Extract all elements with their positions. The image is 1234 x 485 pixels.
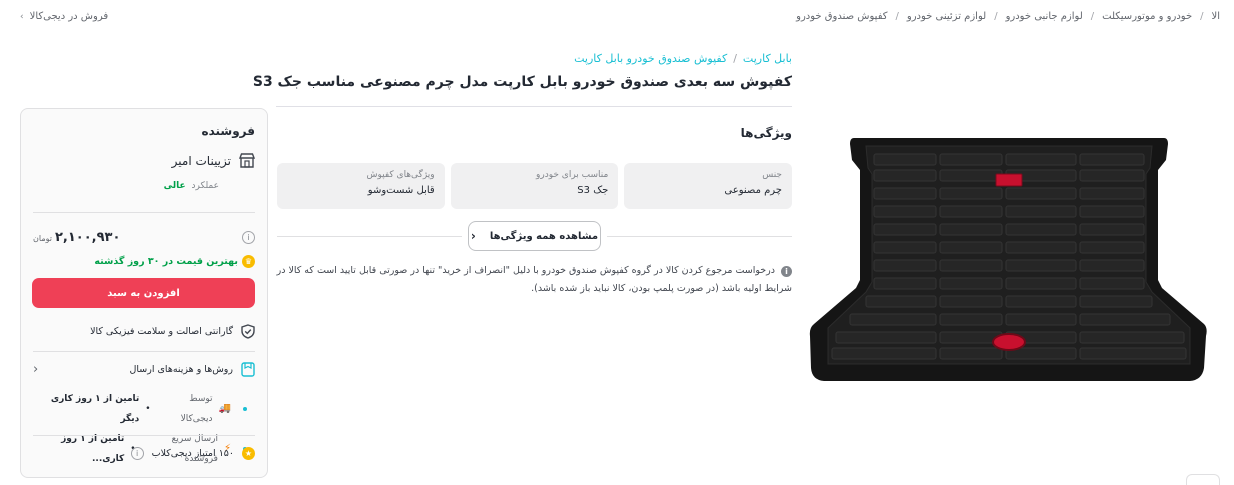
trunk-mat-image (809, 138, 1207, 381)
attribute-card: ویژگی‌های کفپوش قابل شست‌وشو (276, 163, 445, 209)
attribute-key: جنس (762, 170, 782, 180)
breadcrumb-item[interactable]: کفپوش صندوق خودرو (796, 11, 887, 22)
attribute-card: مناسب برای خودرو جک S3 (450, 163, 619, 209)
attribute-value: جک S3 (577, 185, 609, 196)
breadcrumb-separator: / (994, 11, 998, 22)
bullet-dot (243, 407, 247, 411)
info-icon: i (781, 266, 792, 277)
separator-dot: • (145, 404, 151, 414)
attribute-value: قابل شست‌وشو (367, 185, 435, 196)
crown-icon: ♛ (242, 255, 255, 268)
divider (33, 435, 255, 436)
shop-name: تزیینات امیر (171, 153, 231, 168)
seller-heading: فروشنده (201, 124, 256, 138)
add-to-cart-button[interactable]: افزودن به سبد (32, 278, 255, 308)
return-note-text: درخواست مرجوع کردن کالا در گروه کفپوش صن… (276, 265, 792, 294)
attributes-grid: جنس چرم مصنوعی مناسب برای خودرو جک S3 وی… (276, 163, 792, 209)
see-all-features-button[interactable]: مشاهده همه ویژگی‌ها › (468, 221, 601, 251)
attribute-key: مناسب برای خودرو (536, 170, 609, 180)
product-image[interactable] (806, 132, 1210, 386)
shipping-box-icon (241, 362, 255, 377)
price-row: i ۲,۱۰۰,۹۳۰ تومان (33, 230, 255, 245)
shield-check-icon (241, 324, 255, 339)
club-points-row: ★ ۱۵۰ امتیاز دیجی‌کلاب i (33, 447, 255, 460)
price-value: ۲,۱۰۰,۹۳۰ (54, 230, 121, 245)
divider (33, 212, 255, 213)
product-title: کفپوش سه بعدی صندوق خودرو بابل کارپت مدل… (252, 74, 792, 90)
best-price-text: بهترین قیمت در ۳۰ روز گذشته (94, 256, 238, 267)
image-thumbnail-tab[interactable] (1186, 474, 1220, 485)
features-heading: ویژگی‌ها (740, 126, 792, 140)
product-breadcrumb: بابل کارپت / کفپوش صندوق خودرو بابل کارپ… (574, 52, 792, 65)
see-all-label: مشاهده همه ویژگی‌ها (489, 230, 599, 242)
see-all-row: مشاهده همه ویژگی‌ها › (277, 221, 792, 251)
shop-icon (239, 153, 255, 168)
breadcrumb: الا / خودرو و موتورسیکلت / لوازم جانبی خ… (796, 11, 1220, 22)
shipping-option-detail: تامین از ۱ روز کاری دیگر (50, 394, 140, 424)
list-item: 🚚 توسط دیجی‌کالا • تامین از ۱ روز کاری د… (33, 389, 247, 429)
breadcrumb-separator: / (733, 52, 737, 65)
truck-icon: 🚚 (218, 403, 231, 414)
seller-performance: عملکرد عالی (33, 181, 219, 191)
chevron-left-icon: ‹ (20, 11, 24, 22)
divider (33, 351, 255, 352)
chevron-left-icon[interactable]: ‹ (33, 362, 38, 377)
performance-value: عالی (163, 181, 186, 191)
attribute-value: چرم مصنوعی (724, 185, 782, 196)
guarantee-text: گارانتی اصالت و سلامت فیزیکی کالا (90, 326, 233, 337)
divider (607, 236, 792, 237)
top-bar: الا / خودرو و موتورسیکلت / لوازم جانبی خ… (0, 0, 1234, 36)
price: ۲,۱۰۰,۹۳۰ تومان (33, 230, 120, 245)
attribute-key: ویژگی‌های کفپوش (366, 170, 435, 180)
seller-box: فروشنده تزیینات امیر عملکرد عالی i ۲,۱۰۰… (20, 108, 268, 478)
breadcrumb-separator: / (895, 11, 899, 22)
brand-link[interactable]: بابل کارپت (743, 52, 792, 65)
category-link[interactable]: کفپوش صندوق خودرو بابل کارپت (574, 52, 727, 65)
info-icon[interactable]: i (130, 447, 144, 460)
star-badge-icon: ★ (242, 447, 255, 460)
shipping-title: روش‌ها و هزینه‌های ارسال (129, 364, 233, 375)
breadcrumb-item[interactable]: الا (1212, 11, 1220, 22)
currency-label: تومان (33, 234, 52, 243)
shipping-option-label: توسط دیجی‌کالا (180, 394, 213, 424)
sell-link-label: فروش در دیجی‌کالا (29, 11, 109, 22)
attribute-card: جنس چرم مصنوعی (624, 163, 792, 209)
chevron-left-icon: › (470, 229, 476, 243)
breadcrumb-separator: / (1200, 11, 1204, 22)
sell-on-digikala-link[interactable]: ‹ فروش در دیجی‌کالا (20, 11, 108, 22)
info-icon[interactable]: i (242, 231, 255, 244)
shop-row[interactable]: تزیینات امیر (33, 153, 255, 168)
shipping-methods-row[interactable]: روش‌ها و هزینه‌های ارسال ‹ (33, 362, 255, 377)
breadcrumb-separator: / (1090, 11, 1095, 22)
guarantee-row: گارانتی اصالت و سلامت فیزیکی کالا (33, 324, 255, 339)
divider (277, 236, 462, 237)
club-points-text: ۱۵۰ امتیاز دیجی‌کلاب (151, 448, 234, 459)
breadcrumb-item[interactable]: لوازم جانبی خودرو (1006, 11, 1083, 22)
return-policy-note: iدرخواست مرجوع کردن کالا در گروه کفپوش ص… (276, 262, 792, 298)
breadcrumb-item[interactable]: لوازم تزئینی خودرو (907, 11, 986, 22)
best-price-badge: ♛ بهترین قیمت در ۳۰ روز گذشته (33, 255, 255, 268)
performance-label: عملکرد (191, 181, 220, 191)
breadcrumb-item[interactable]: خودرو و موتورسیکلت (1102, 11, 1192, 22)
divider (276, 106, 792, 107)
